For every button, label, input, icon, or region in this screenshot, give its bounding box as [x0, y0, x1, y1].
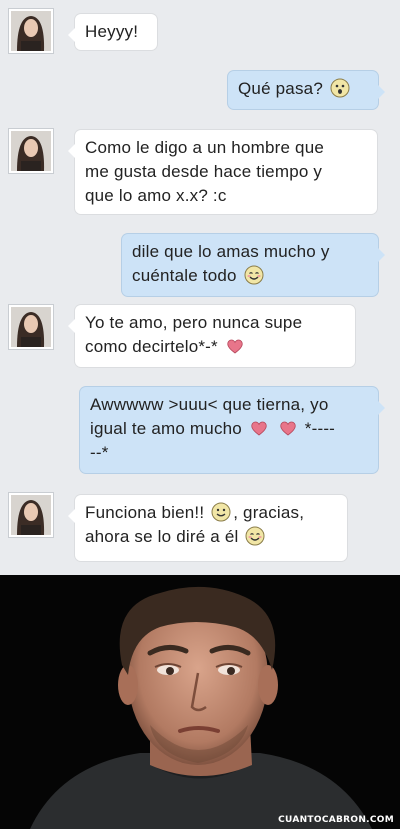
message-text-line: cuéntale todo — [132, 266, 237, 285]
message-text-line: me gusta desde hace tiempo y — [85, 162, 323, 181]
avatar-photo-icon — [11, 11, 51, 51]
contact-avatar[interactable] — [8, 492, 54, 538]
blushing-smile-emoji-icon — [245, 526, 265, 546]
message-bubble-outgoing: Qué pasa? — [228, 71, 385, 109]
contact-avatar[interactable] — [8, 128, 54, 174]
contact-avatar[interactable] — [8, 8, 54, 54]
message-text: Heyyy! — [85, 22, 139, 41]
message-text-fragment: Funciona bien!! — [85, 503, 205, 522]
watermark: CUANTOCABRON.COM — [278, 815, 394, 825]
message-text-line: --* — [90, 443, 109, 462]
message-text-line: igual te amo mucho — [90, 419, 242, 438]
message-bubble-incoming: Como le digo a un hombre que me gusta de… — [68, 130, 377, 214]
avatar-photo-icon — [11, 131, 51, 171]
message-text-line: como decirtelo*-* — [85, 337, 218, 356]
chat-screen: Heyyy! Qué pasa? Como le digo a un hombr… — [0, 0, 400, 575]
message-text-line: ahora se lo diré a él — [85, 527, 239, 546]
message-bubble-outgoing: Awwwww >uuu< que tierna, yo igual te amo… — [80, 387, 385, 473]
message-text-line: Awwwww >uuu< que tierna, yo — [90, 395, 329, 414]
message-text-line: Yo te amo, pero nunca supe — [85, 313, 303, 332]
heart-icon — [249, 418, 269, 438]
message-text-line: dile que lo amas mucho y — [132, 242, 330, 261]
heart-icon — [278, 418, 298, 438]
surprised-emoji-icon — [330, 78, 350, 98]
avatar-photo-icon — [11, 307, 51, 347]
message-text-line: que lo amo x.x? :c — [85, 186, 227, 205]
message-text: Qué pasa? — [238, 79, 323, 98]
message-bubble-incoming: Yo te amo, pero nunca supe como decirtel… — [68, 305, 355, 367]
reaction-photo: CUANTOCABRON.COM — [0, 575, 400, 829]
sad-man-photo-icon — [0, 575, 400, 829]
message-bubble-incoming: Funciona bien!! , gracias, ahora se lo d… — [68, 495, 347, 561]
message-bubble-incoming: Heyyy! — [68, 14, 157, 50]
message-text-line: Como le digo a un hombre que — [85, 138, 325, 157]
blushing-smile-emoji-icon — [244, 265, 264, 285]
contact-avatar[interactable] — [8, 304, 54, 350]
avatar-photo-icon — [11, 495, 51, 535]
message-text-fragment: *---- — [304, 419, 336, 438]
heart-icon — [225, 336, 245, 356]
smile-emoji-icon — [211, 502, 231, 522]
message-text-fragment: , gracias, — [233, 503, 305, 522]
message-bubble-outgoing: dile que lo amas mucho y cuéntale todo — [122, 234, 385, 296]
